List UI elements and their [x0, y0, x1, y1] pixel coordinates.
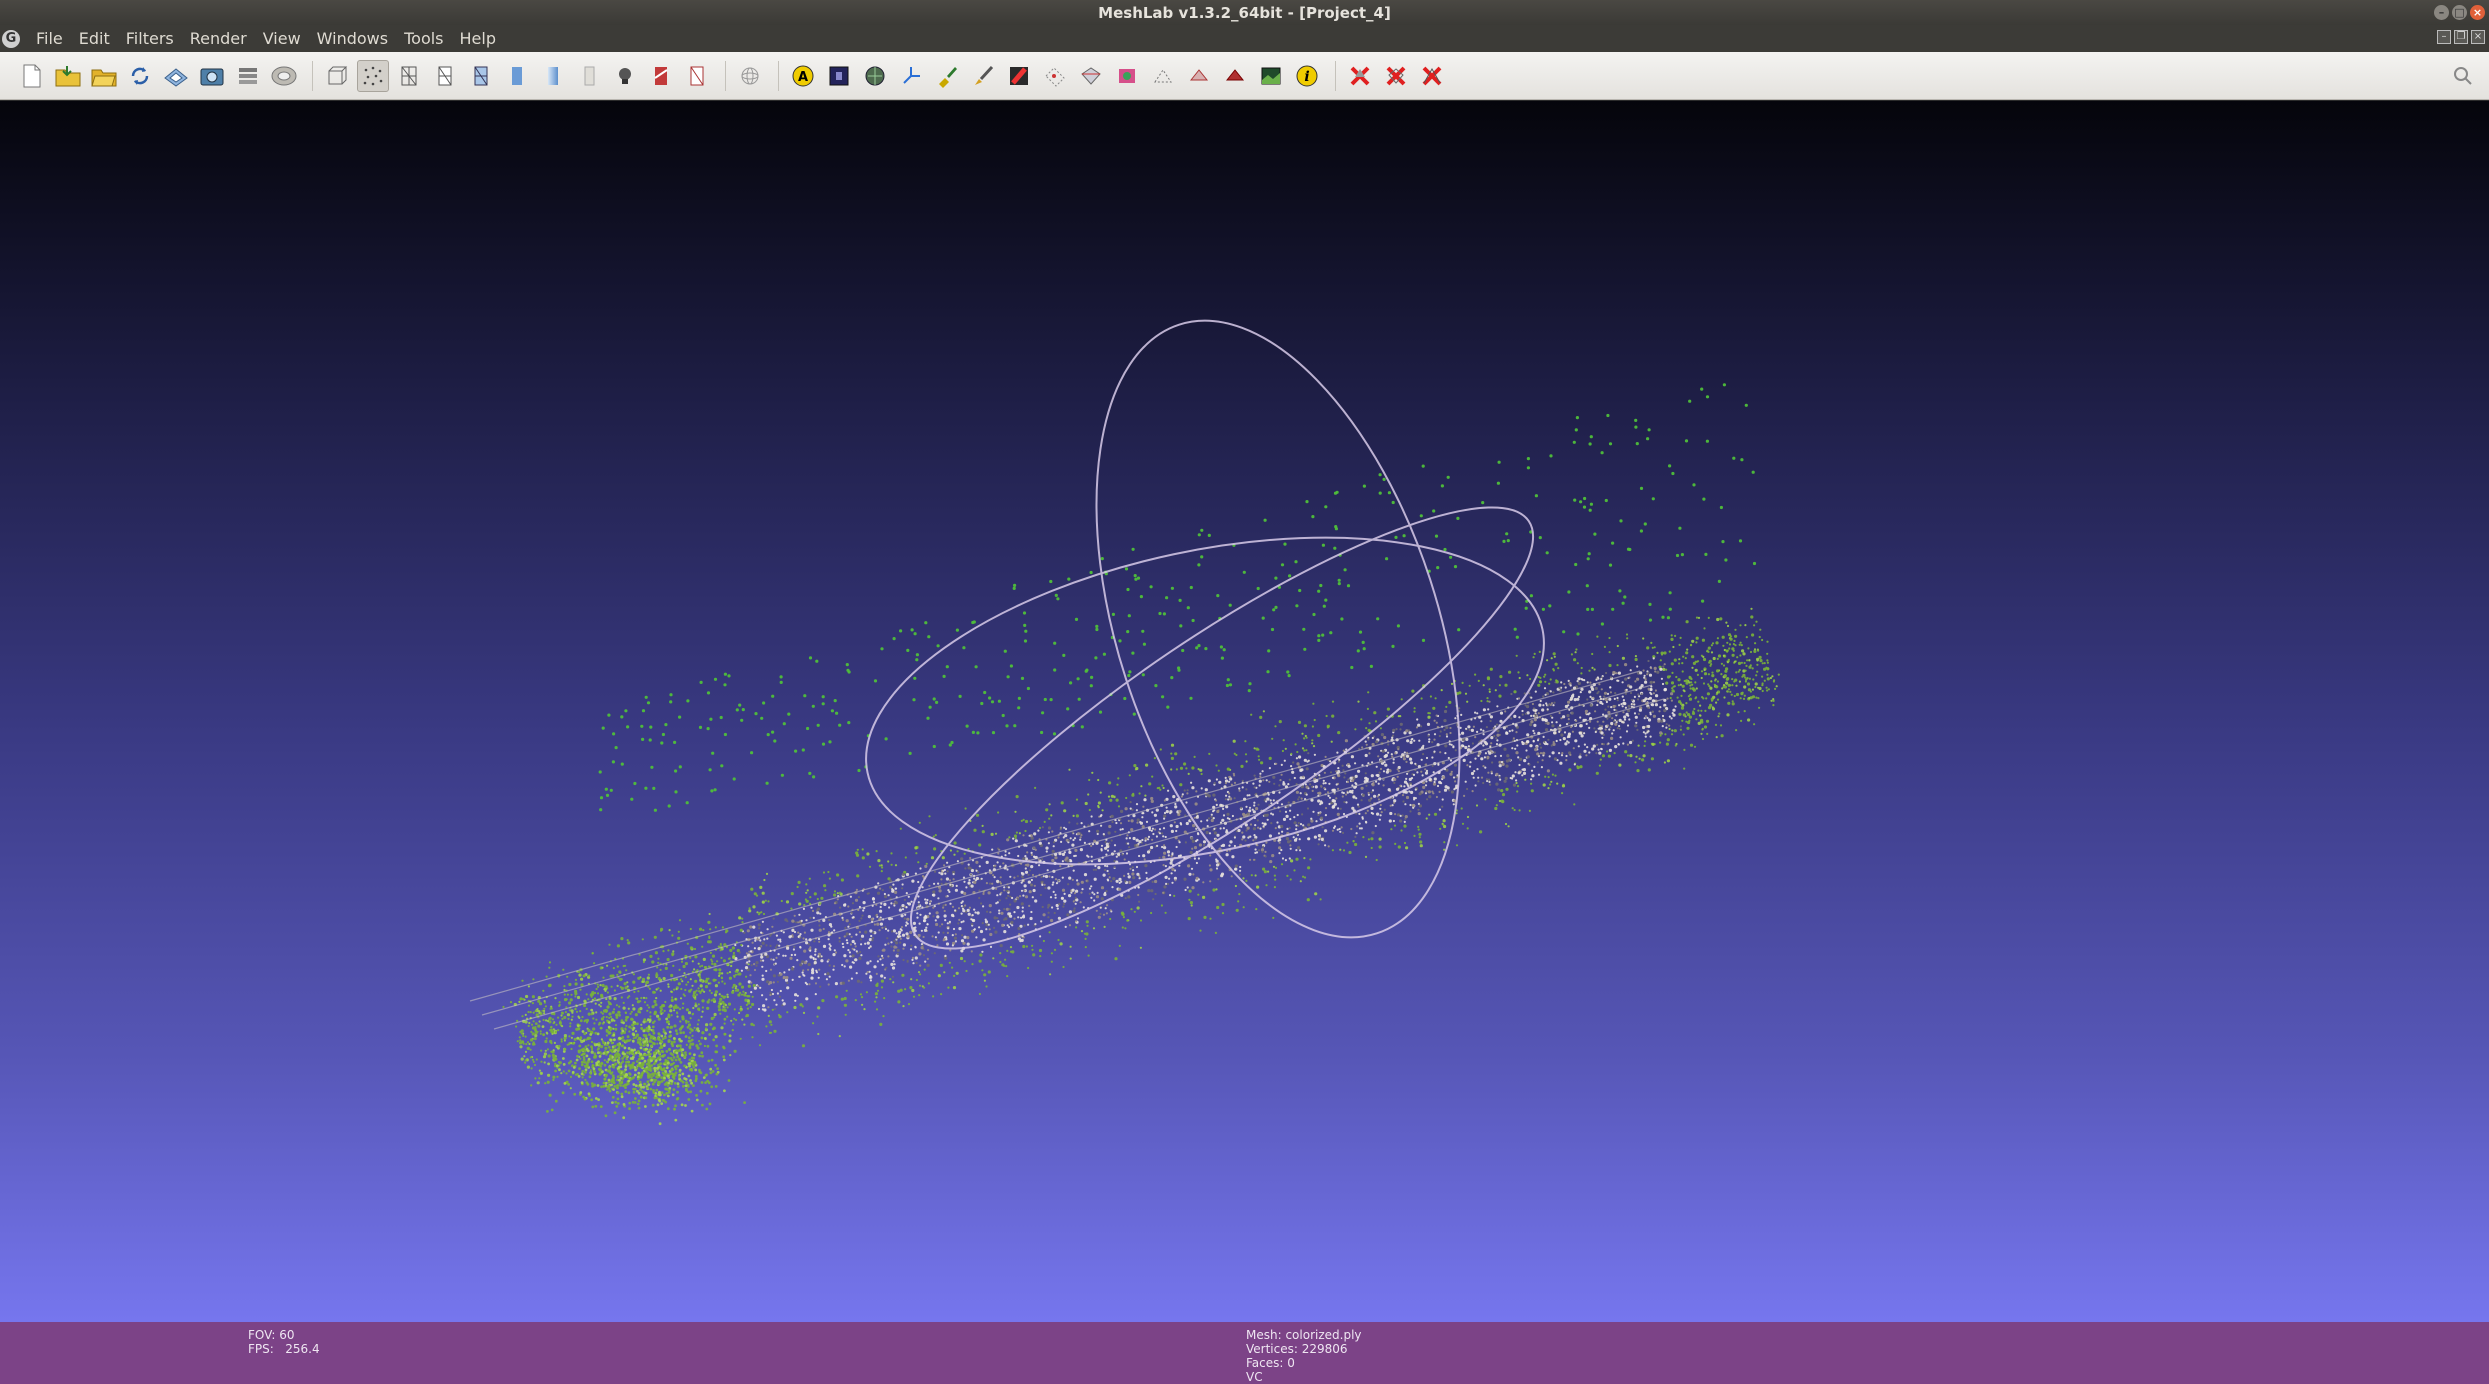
info-status-bar: FOV: 60 FPS: 256.4 Mesh: colorized.ply V… [0, 1322, 2489, 1384]
mdi-window-controls: – ❐ × [2437, 30, 2485, 44]
delete-vertices-icon[interactable] [1416, 60, 1448, 92]
trackball-ring-2 [909, 506, 1535, 950]
menu-help[interactable]: Help [452, 29, 504, 48]
mesh-name: Mesh: colorized.ply [1246, 1328, 1362, 1342]
hidden-lines-icon[interactable] [429, 60, 461, 92]
raster-icon[interactable] [1255, 60, 1287, 92]
axes-icon[interactable] [895, 60, 927, 92]
double-side-light-icon[interactable] [681, 60, 713, 92]
search-icon[interactable] [2449, 62, 2477, 90]
vertex-count: Vertices: 229806 [1246, 1342, 1348, 1356]
window-titlebar: MeshLab v1.3.2_64bit - [Project_4] – □ × [0, 0, 2489, 25]
light-icon[interactable] [609, 60, 641, 92]
mesh-info: Mesh: colorized.ply Vertices: 229806 Fac… [1246, 1328, 1362, 1384]
view-info: FOV: 60 FPS: 256.4 [248, 1328, 320, 1356]
pick-faces-icon[interactable] [1219, 60, 1251, 92]
toolbar-separator [778, 60, 779, 91]
pick-points-icon[interactable] [1183, 60, 1215, 92]
menu-tools[interactable]: Tools [396, 29, 451, 48]
flat-lines-icon[interactable] [465, 60, 497, 92]
menu-view[interactable]: View [255, 29, 309, 48]
paint-icon[interactable] [931, 60, 963, 92]
menu-render[interactable]: Render [182, 29, 255, 48]
open-project-icon[interactable] [88, 60, 120, 92]
delete-icon[interactable] [1344, 60, 1376, 92]
point-cloud [469, 383, 1780, 1126]
save-mesh-icon[interactable] [160, 60, 192, 92]
select-connected-icon[interactable] [1111, 60, 1143, 92]
red-texture-icon[interactable] [1003, 60, 1035, 92]
fps-readout: FPS: 256.4 [248, 1342, 320, 1356]
close-window-icon[interactable]: × [2470, 5, 2485, 20]
trackball-icon[interactable] [734, 60, 766, 92]
menu-windows[interactable]: Windows [309, 29, 396, 48]
mesh-select-icon[interactable] [859, 60, 891, 92]
brush-icon[interactable] [967, 60, 999, 92]
delete-faces-icon[interactable] [1380, 60, 1412, 92]
svg-text:i: i [1304, 69, 1309, 85]
toolbar-separator [1335, 60, 1336, 91]
mdi-close-icon[interactable]: × [2471, 30, 2485, 44]
fancy-light-icon[interactable] [645, 60, 677, 92]
3d-viewport[interactable] [0, 101, 2489, 1322]
main-toolbar: A i [0, 52, 2489, 100]
svg-text:A: A [798, 70, 808, 85]
snapshot-icon[interactable] [196, 60, 228, 92]
info-icon[interactable]: i [1291, 60, 1323, 92]
menu-edit[interactable]: Edit [71, 29, 118, 48]
menu-file[interactable]: File [28, 29, 71, 48]
measure-image-icon[interactable] [823, 60, 855, 92]
select-vertex-icon[interactable] [1039, 60, 1071, 92]
new-project-icon[interactable] [16, 60, 48, 92]
minimize-window-icon[interactable]: – [2434, 5, 2449, 20]
import-mesh-icon[interactable] [52, 60, 84, 92]
trackball-ring-3 [1095, 319, 1461, 939]
meshlab-logo-icon: G [2, 29, 20, 48]
mdi-restore-icon[interactable]: ❐ [2454, 30, 2468, 44]
points-render-icon[interactable] [357, 59, 389, 92]
zoom-fit-icon[interactable] [268, 60, 300, 92]
select-face-icon[interactable] [1075, 60, 1107, 92]
window-title: MeshLab v1.3.2_64bit - [Project_4] [1098, 3, 1391, 22]
flat-render-icon[interactable] [501, 60, 533, 92]
menu-bar: G File Edit Filters Render View Windows … [0, 25, 2489, 52]
layers-icon[interactable] [232, 60, 264, 92]
align-icon[interactable] [1147, 60, 1179, 92]
face-count: Faces: 0 [1246, 1356, 1295, 1370]
toolbar-separator [725, 60, 726, 91]
bounding-box-icon[interactable] [321, 60, 353, 92]
mdi-minimize-icon[interactable]: – [2437, 30, 2451, 44]
trackball-ring-1 [865, 536, 1545, 866]
vertex-color-flag: VC [1246, 1370, 1263, 1384]
wireframe-icon[interactable] [393, 60, 425, 92]
smooth-render-icon[interactable] [537, 60, 569, 92]
menu-filters[interactable]: Filters [118, 29, 182, 48]
point-cloud-scene [469, 319, 1780, 1126]
reload-icon[interactable] [124, 60, 156, 92]
maximize-window-icon[interactable]: □ [2452, 5, 2467, 20]
annotate-icon[interactable]: A [787, 60, 819, 92]
toolbar-separator [312, 60, 313, 91]
texture-render-icon[interactable] [573, 60, 605, 92]
fov-readout: FOV: 60 [248, 1328, 295, 1342]
